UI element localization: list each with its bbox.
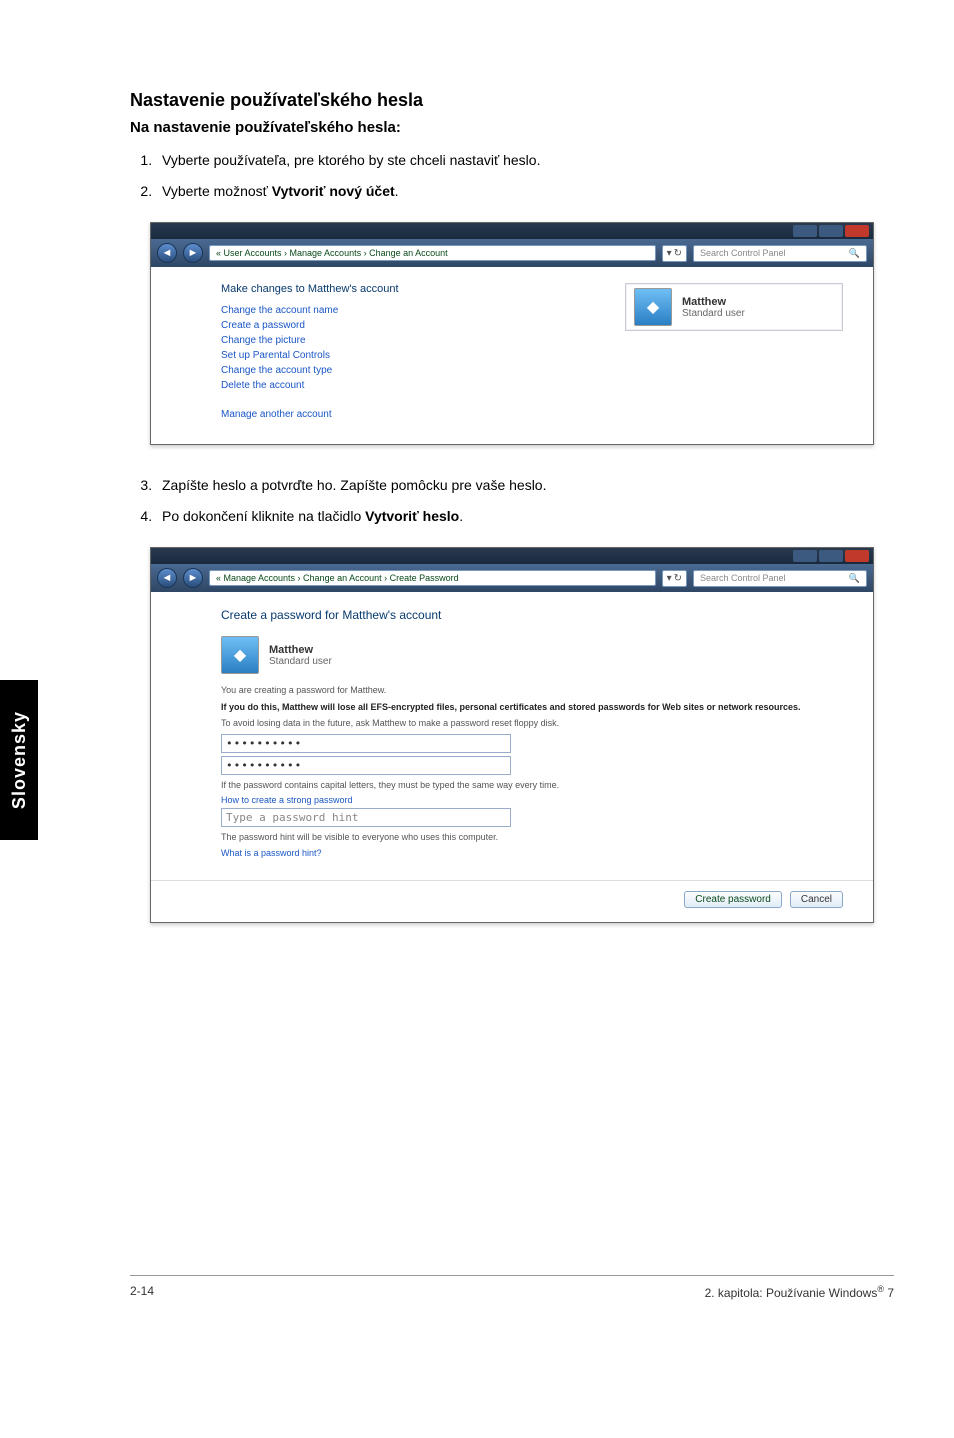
chevron-down-icon: ▾ [667,573,672,584]
user-tile[interactable]: ◆ Matthew Standard user [625,283,843,331]
panel-heading: Make changes to Matthew's account [221,283,595,295]
chevron-down-icon: ▾ [667,248,672,259]
breadcrumb[interactable]: « Manage Accounts › Change an Account › … [209,570,656,586]
link-create-password[interactable]: Create a password [221,320,595,331]
step-2: Vyberte možnosť Vytvoriť nový účet. [156,181,894,202]
step-3-text: Zapíšte heslo a potvrďte ho. Zapíšte pom… [162,477,546,493]
back-icon[interactable]: ◄ [157,243,177,263]
link-change-picture[interactable]: Change the picture [221,335,595,346]
footer-pre: 2. kapitola: Používanie Windows [705,1286,878,1300]
window-titlebar [151,548,873,564]
warning-line: If you do this, Matthew will lose all EF… [221,701,843,714]
link-password-hint[interactable]: What is a password hint? [221,848,843,858]
section-subtitle: Na nastavenie používateľského hesla: [130,119,894,136]
hint-visible-line: The password hint will be visible to eve… [221,831,843,844]
user-tile: ◆ Matthew Standard user [221,636,843,674]
step-4-text: Po dokončení kliknite na tlačidlo [162,508,365,524]
panel-heading: Create a password for Matthew's account [221,608,843,622]
step-2-text: Vyberte možnosť [162,183,272,199]
refresh-icon: ↻ [674,248,682,259]
window-titlebar [151,223,873,239]
user-role: Standard user [269,656,332,667]
search-input[interactable]: Search Control Panel 🔍 [693,570,867,587]
link-delete-account[interactable]: Delete the account [221,380,595,391]
hint-field[interactable]: Type a password hint [221,808,511,827]
refresh-box[interactable]: ▾↻ [662,245,687,262]
step-1-text: Vyberte používateľa, pre ktorého by ste … [162,152,540,168]
footer-chapter: 2. kapitola: Používanie Windows® 7 [705,1284,894,1300]
search-placeholder: Search Control Panel [700,573,786,583]
page-number: 2-14 [130,1284,154,1300]
forward-icon[interactable]: ► [183,243,203,263]
user-name: Matthew [682,296,745,308]
registered-icon: ® [877,1284,884,1294]
link-manage-another[interactable]: Manage another account [221,409,595,420]
refresh-box[interactable]: ▾↻ [662,570,687,587]
confirm-password-field[interactable]: •••••••••• [221,756,511,775]
minimize-icon[interactable] [793,550,817,562]
section-title: Nastavenie používateľského hesla [130,90,894,111]
forward-icon[interactable]: ► [183,568,203,588]
refresh-icon: ↻ [674,573,682,584]
language-tab-label: Slovensky [9,711,30,809]
search-icon: 🔍 [849,248,860,259]
minimize-icon[interactable] [793,225,817,237]
close-icon[interactable] [845,225,869,237]
avatar: ◆ [221,636,259,674]
step-2-bold: Vytvoriť nový účet [272,183,395,199]
back-icon[interactable]: ◄ [157,568,177,588]
language-tab: Slovensky [0,680,38,840]
caps-line: If the password contains capital letters… [221,779,843,792]
search-input[interactable]: Search Control Panel 🔍 [693,245,867,262]
user-role: Standard user [682,308,745,319]
link-change-type[interactable]: Change the account type [221,365,595,376]
link-change-name[interactable]: Change the account name [221,305,595,316]
avoid-line: To avoid losing data in the future, ask … [221,717,843,730]
user-name: Matthew [269,644,332,656]
create-password-button[interactable]: Create password [684,891,782,908]
footer-post: 7 [884,1286,894,1300]
breadcrumb[interactable]: « User Accounts › Manage Accounts › Chan… [209,245,656,261]
link-parental-controls[interactable]: Set up Parental Controls [221,350,595,361]
figure-create-password: ◄ ► « Manage Accounts › Change an Accoun… [150,547,874,923]
link-strong-password[interactable]: How to create a strong password [221,795,843,805]
step-4-bold: Vytvoriť heslo [365,508,459,524]
maximize-icon[interactable] [819,550,843,562]
search-icon: 🔍 [849,573,860,584]
creating-line: You are creating a password for Matthew. [221,684,843,697]
cancel-button[interactable]: Cancel [790,891,843,908]
close-icon[interactable] [845,550,869,562]
step-3: Zapíšte heslo a potvrďte ho. Zapíšte pom… [156,475,894,496]
password-field[interactable]: •••••••••• [221,734,511,753]
avatar: ◆ [634,288,672,326]
step-1: Vyberte používateľa, pre ktorého by ste … [156,150,894,171]
step-4: Po dokončení kliknite na tlačidlo Vytvor… [156,506,894,527]
search-placeholder: Search Control Panel [700,248,786,258]
figure-change-account: ◄ ► « User Accounts › Manage Accounts › … [150,222,874,445]
maximize-icon[interactable] [819,225,843,237]
